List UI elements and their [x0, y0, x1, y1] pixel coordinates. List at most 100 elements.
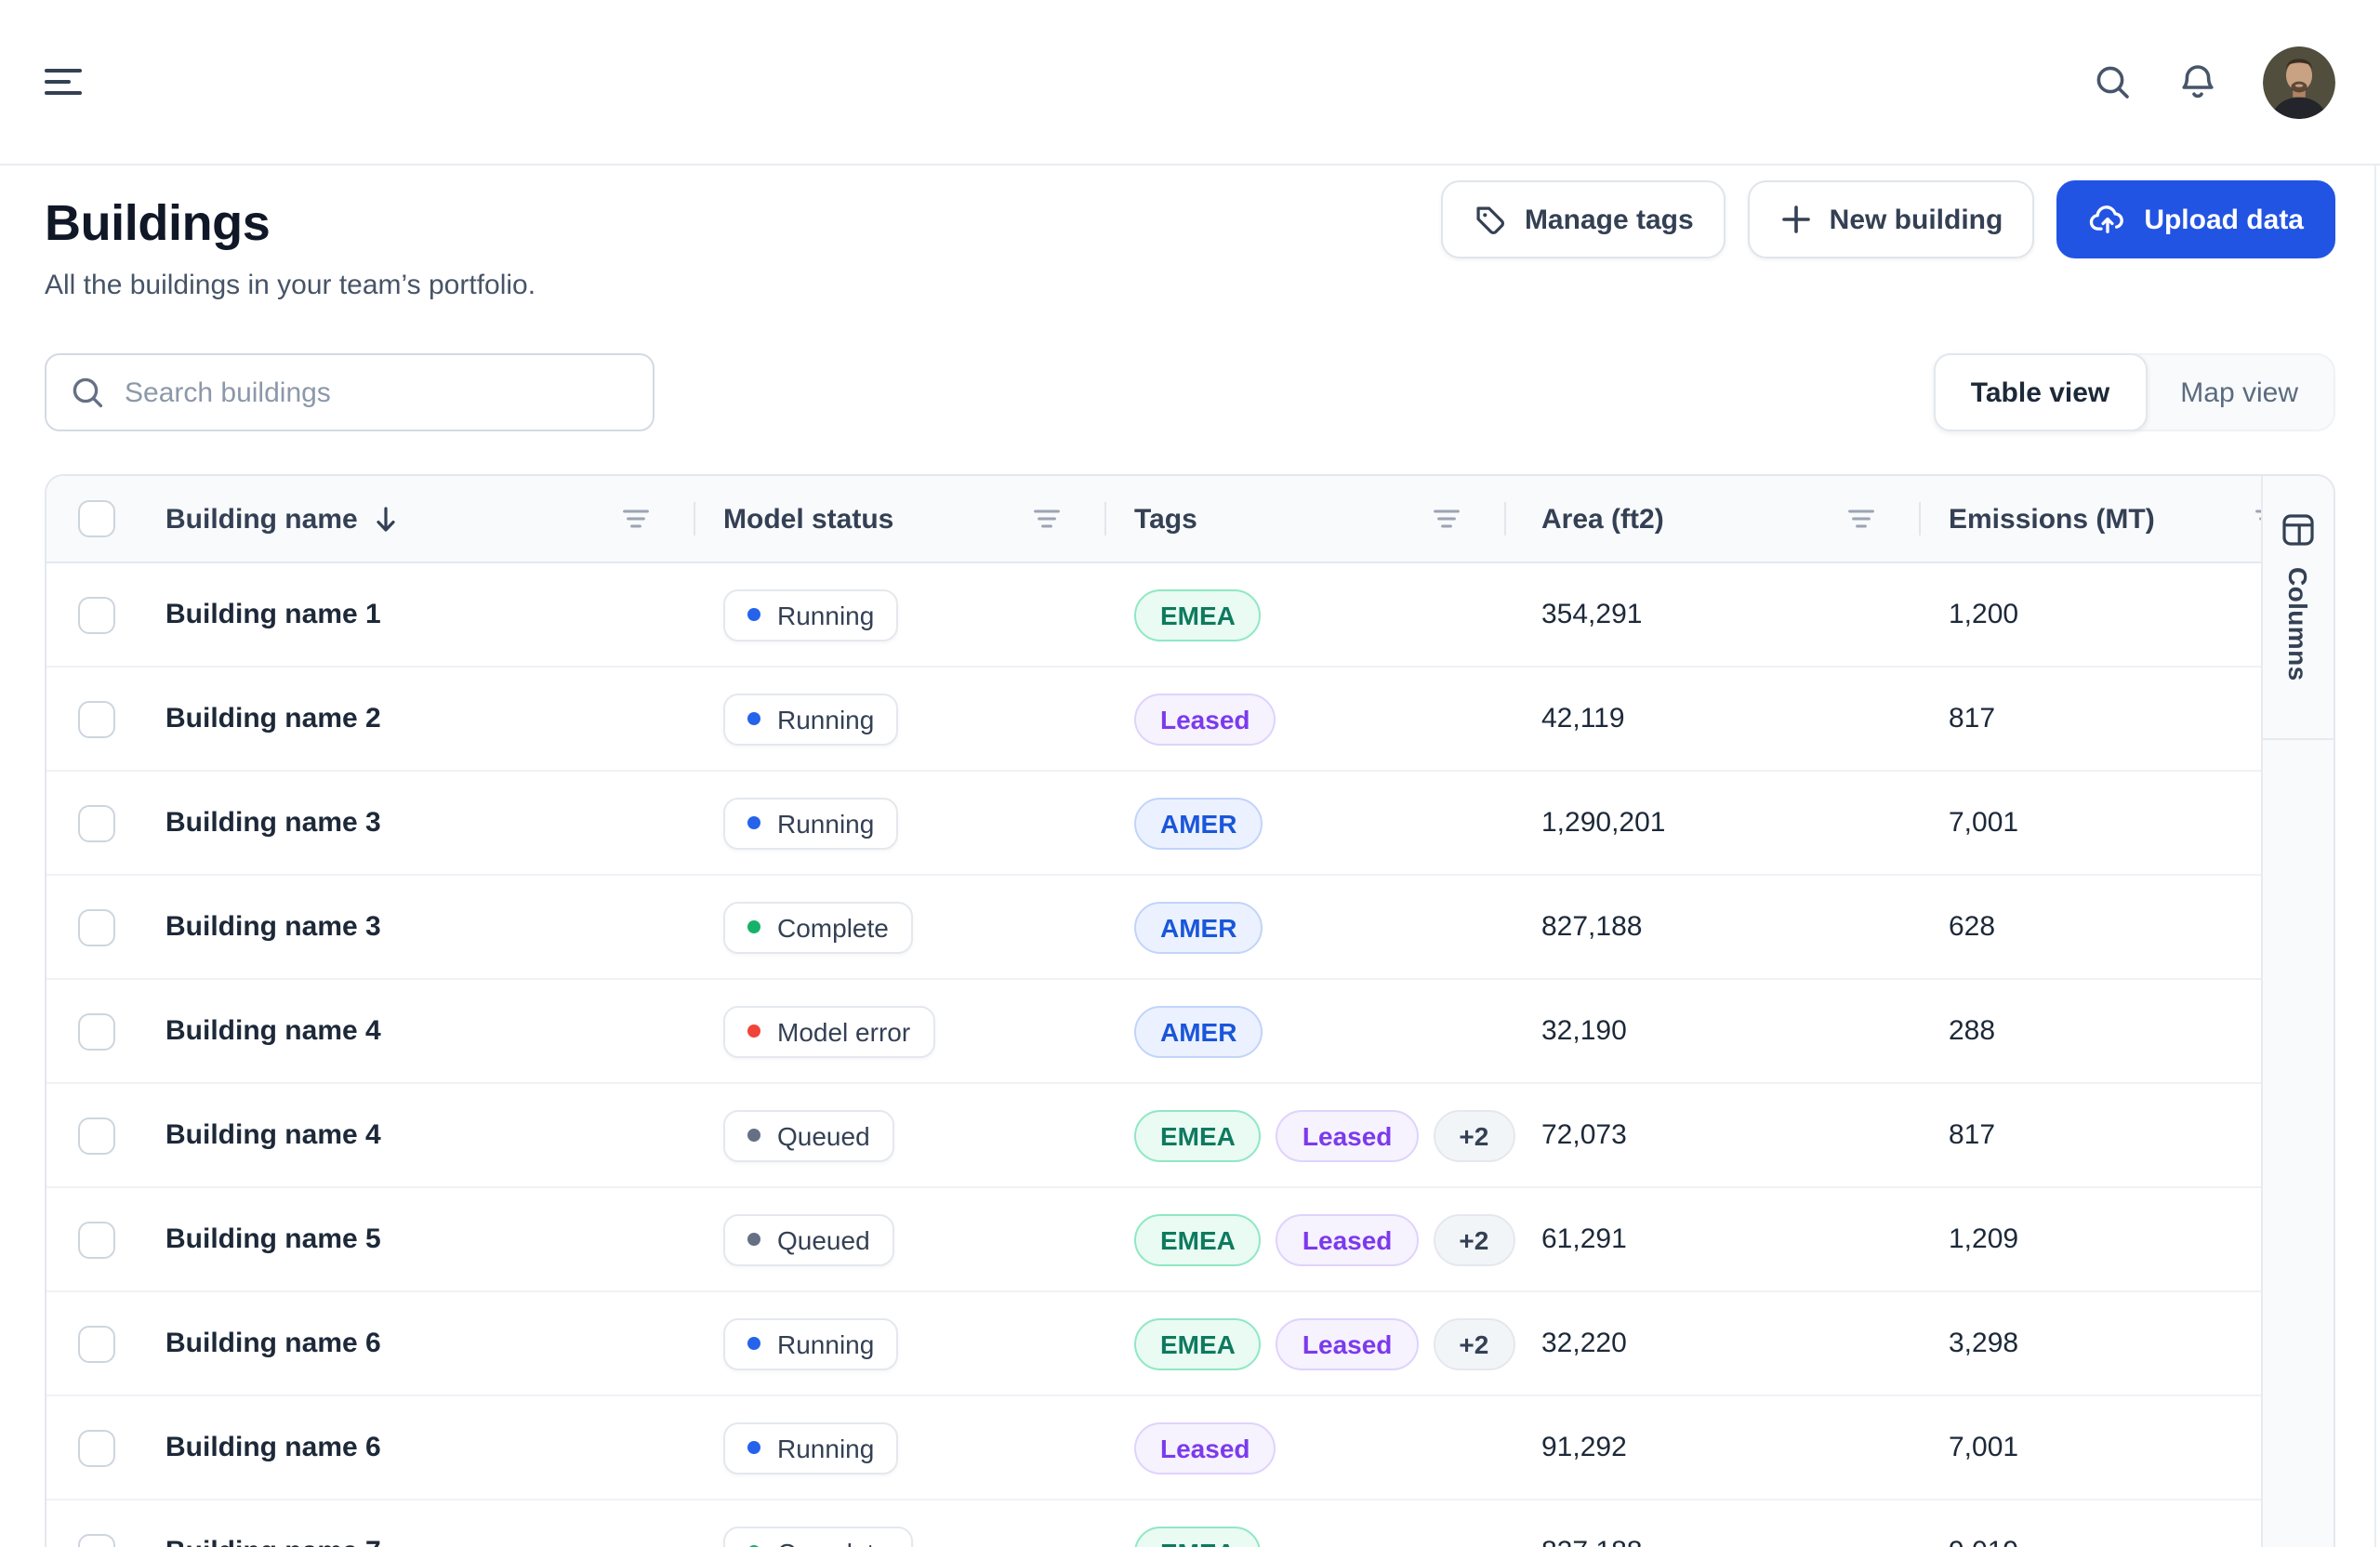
table-row[interactable]: Building name 4 Queued EMEALeased+2 72,0…	[46, 1084, 2334, 1188]
tag-badge-emea: EMEA	[1134, 1526, 1262, 1547]
filter-icon[interactable]	[1434, 508, 1460, 530]
status-dot-icon	[747, 1129, 760, 1142]
filter-icon[interactable]	[1034, 508, 1060, 530]
status-badge: Complete	[723, 901, 913, 953]
area-value: 42,119	[1541, 703, 1625, 734]
table-row[interactable]: Building name 6 Running EMEALeased+2 32,…	[46, 1292, 2334, 1396]
row-checkbox[interactable]	[78, 1221, 115, 1258]
table-row[interactable]: Building name 3 Complete AMER 827,188 62…	[46, 876, 2334, 980]
plus-icon	[1779, 203, 1813, 236]
tag-badge-leased: Leased	[1276, 1109, 1419, 1161]
search-input[interactable]	[45, 353, 654, 431]
status-badge: Running	[723, 1421, 898, 1474]
tag-badge-leased: Leased	[1276, 1317, 1419, 1369]
app-root: Buildings All the buildings in your team…	[0, 0, 2380, 1547]
sort-desc-icon[interactable]	[375, 505, 399, 533]
table-row[interactable]: Building name 5 Queued EMEALeased+2 61,2…	[46, 1188, 2334, 1292]
tag-badge-emea: EMEA	[1134, 588, 1262, 641]
columns-panel-label: Columns	[2283, 567, 2313, 681]
row-checkbox[interactable]	[78, 908, 115, 945]
tags-cell: AMER	[1104, 980, 1504, 1082]
tag-badge-leased: Leased	[1134, 1421, 1276, 1474]
building-name: Building name 6	[165, 1432, 381, 1463]
area-value: 354,291	[1541, 599, 1642, 630]
tag-badge-emea: EMEA	[1134, 1317, 1262, 1369]
buildings-table: Building name Model status Tags	[45, 474, 2335, 1547]
row-checkbox[interactable]	[78, 1533, 115, 1547]
tag-badge-leased: Leased	[1134, 693, 1276, 745]
tags-cell: EMEALeased+2	[1104, 1188, 1504, 1290]
emissions-value: 1,200	[1949, 599, 2018, 630]
status-badge: Running	[723, 1317, 898, 1369]
building-name: Building name 5	[165, 1223, 381, 1255]
row-checkbox[interactable]	[78, 804, 115, 841]
tab-map-view[interactable]: Map view	[2145, 355, 2334, 430]
filter-icon[interactable]	[623, 508, 649, 530]
status-badge: Running	[723, 797, 898, 849]
status-dot-icon	[747, 608, 760, 621]
row-checkbox[interactable]	[78, 596, 115, 633]
tag-badge-amer: AMER	[1134, 1005, 1263, 1057]
row-checkbox[interactable]	[78, 1429, 115, 1466]
building-name: Building name 6	[165, 1328, 381, 1359]
row-checkbox[interactable]	[78, 1117, 115, 1154]
row-checkbox[interactable]	[78, 1325, 115, 1362]
status-badge: Queued	[723, 1213, 894, 1265]
emissions-value: 817	[1949, 1119, 1995, 1151]
emissions-value: 817	[1949, 703, 1995, 734]
menu-icon[interactable]	[45, 69, 82, 95]
status-label: Queued	[777, 1120, 870, 1150]
column-label: Emissions (MT)	[1949, 503, 2155, 535]
row-checkbox[interactable]	[78, 1012, 115, 1050]
select-all-checkbox[interactable]	[78, 500, 115, 537]
status-dot-icon	[747, 816, 760, 829]
status-badge: Queued	[723, 1109, 894, 1161]
tag-badge-amer: AMER	[1134, 797, 1263, 849]
emissions-value: 1,209	[1949, 1223, 2018, 1255]
building-name: Building name 4	[165, 1119, 381, 1151]
area-value: 72,073	[1541, 1119, 1627, 1151]
tags-cell: EMEA	[1104, 563, 1504, 666]
table-row[interactable]: Building name 3 Running AMER 1,290,201 7…	[46, 772, 2334, 876]
table-row[interactable]: Building name 2 Running Leased 42,119 81…	[46, 668, 2334, 772]
emissions-value: 7,001	[1949, 807, 2018, 839]
status-dot-icon	[747, 1337, 760, 1350]
status-label: Running	[777, 1329, 874, 1358]
search-buildings-box	[45, 353, 654, 431]
status-label: Running	[777, 808, 874, 838]
column-header-tags[interactable]: Tags	[1104, 476, 1504, 562]
column-header-model-status[interactable]: Model status	[694, 476, 1104, 562]
status-dot-icon	[747, 920, 760, 933]
status-label: Complete	[777, 912, 889, 942]
tags-cell: EMEALeased+2	[1104, 1084, 1504, 1186]
columns-panel-toggle[interactable]: Columns	[2261, 476, 2334, 1547]
area-value: 32,190	[1541, 1015, 1627, 1047]
emissions-value: 628	[1949, 911, 1995, 943]
column-header-building-name[interactable]: Building name	[165, 476, 694, 562]
table-row[interactable]: Building name 6 Running Leased 91,292 7,…	[46, 1396, 2334, 1501]
upload-data-label: Upload data	[2144, 204, 2304, 235]
table-row[interactable]: Building name 1 Running EMEA 354,291 1,2…	[46, 563, 2334, 668]
tags-cell: AMER	[1104, 772, 1504, 874]
table-row[interactable]: Building name 7 Complete EMEA 827,188 9,…	[46, 1501, 2334, 1547]
tag-badge-amer: AMER	[1134, 901, 1263, 953]
bell-icon[interactable]	[2177, 61, 2218, 102]
table-row[interactable]: Building name 4 Model error AMER 32,190 …	[46, 980, 2334, 1084]
tag-icon	[1473, 202, 1508, 237]
status-badge: Model error	[723, 1005, 934, 1057]
filter-icon[interactable]	[1848, 508, 1874, 530]
user-avatar[interactable]	[2263, 46, 2335, 118]
tab-table-view[interactable]: Table view	[1934, 353, 2148, 431]
area-value: 827,188	[1541, 911, 1642, 943]
area-value: 91,292	[1541, 1432, 1627, 1463]
manage-tags-label: Manage tags	[1525, 204, 1694, 235]
tags-cell: EMEA	[1104, 1501, 1504, 1547]
search-icon[interactable]	[2092, 61, 2133, 102]
new-building-button[interactable]: New building	[1748, 180, 2035, 258]
upload-data-button[interactable]: Upload data	[2056, 180, 2335, 258]
status-badge: Complete	[723, 1526, 913, 1547]
tag-badge-more: +2	[1433, 1213, 1514, 1265]
row-checkbox[interactable]	[78, 700, 115, 737]
column-header-area[interactable]: Area (ft2)	[1504, 476, 1919, 562]
manage-tags-button[interactable]: Manage tags	[1441, 180, 1726, 258]
